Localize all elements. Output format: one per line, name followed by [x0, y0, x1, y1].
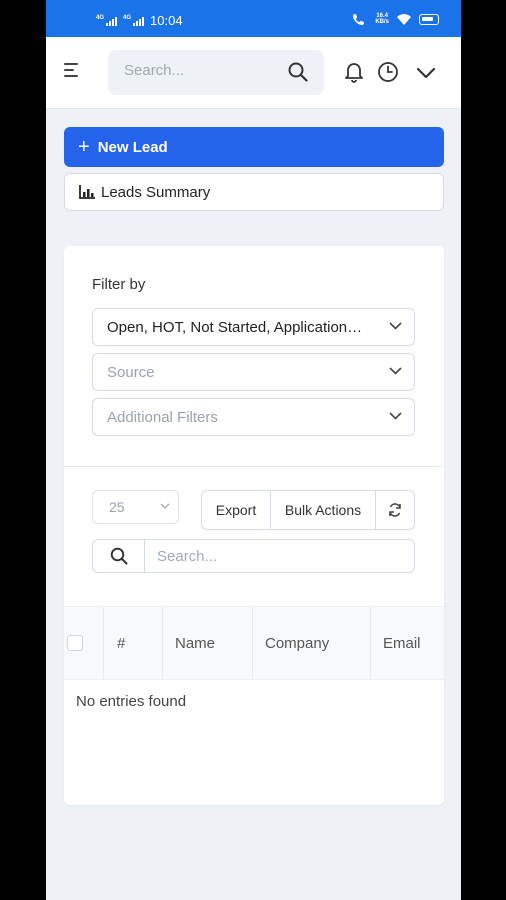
select-all-checkbox[interactable]	[64, 607, 104, 679]
column-header-email[interactable]: Email	[371, 607, 451, 679]
new-lead-button[interactable]: + New Lead	[64, 127, 444, 167]
table-search-button[interactable]	[93, 540, 145, 572]
search-icon	[110, 547, 127, 565]
global-search-input[interactable]	[124, 62, 274, 79]
column-header-name[interactable]: Name	[163, 607, 253, 679]
source-filter-select[interactable]: Source	[92, 353, 415, 391]
table-header: # Name Company Email	[64, 606, 444, 680]
leads-summary-label: Leads Summary	[101, 183, 211, 201]
chevron-down-icon[interactable]	[416, 67, 436, 79]
column-header-number[interactable]: #	[104, 607, 163, 679]
table-actions-group: Export Bulk Actions	[201, 490, 415, 530]
clock-icon[interactable]	[377, 61, 399, 83]
bulk-actions-button[interactable]: Bulk Actions	[271, 491, 376, 529]
leads-card: Filter by Open, HOT, Not Started, Applic…	[64, 246, 444, 805]
table-search	[92, 539, 415, 573]
chevron-down-icon	[389, 322, 402, 330]
divider	[64, 466, 444, 467]
status-bar: 4G 4G 10:04 16.4 KB/s	[46, 0, 461, 37]
export-button[interactable]: Export	[202, 491, 271, 529]
chevron-down-icon	[389, 412, 402, 420]
empty-table-message: No entries found	[76, 693, 187, 710]
bell-icon[interactable]	[344, 61, 364, 83]
column-header-company[interactable]: Company	[253, 607, 371, 679]
phone-screen: 4G 4G 10:04 16.4KB/s + New Lead	[46, 0, 461, 900]
status-filter-select[interactable]: Open, HOT, Not Started, Application…	[92, 308, 415, 346]
new-lead-label: New Lead	[97, 138, 168, 156]
battery-icon	[419, 13, 439, 25]
clock-time: 10:04	[150, 13, 183, 28]
filter-label: Filter by	[92, 276, 146, 293]
plus-icon: +	[78, 136, 90, 158]
chevron-down-icon	[160, 503, 170, 509]
hd-call-icon	[353, 14, 365, 25]
table-search-input[interactable]	[145, 540, 405, 572]
additional-filters-select[interactable]: Additional Filters	[92, 398, 415, 436]
global-search	[108, 50, 324, 95]
signal-icon: 4G	[123, 15, 145, 26]
bar-chart-icon	[79, 185, 95, 199]
menu-icon[interactable]	[64, 63, 84, 83]
leads-summary-button[interactable]: Leads Summary	[64, 173, 444, 211]
app-header	[46, 37, 461, 109]
per-page-select[interactable]: 25	[92, 490, 179, 524]
signal-icon: 4G	[96, 15, 118, 26]
network-speed: 16.4 KB/s	[375, 13, 389, 25]
refresh-icon	[389, 503, 401, 517]
chevron-down-icon	[389, 367, 402, 375]
search-icon[interactable]	[288, 62, 308, 82]
refresh-button[interactable]	[376, 491, 414, 529]
wifi-icon	[397, 13, 411, 25]
